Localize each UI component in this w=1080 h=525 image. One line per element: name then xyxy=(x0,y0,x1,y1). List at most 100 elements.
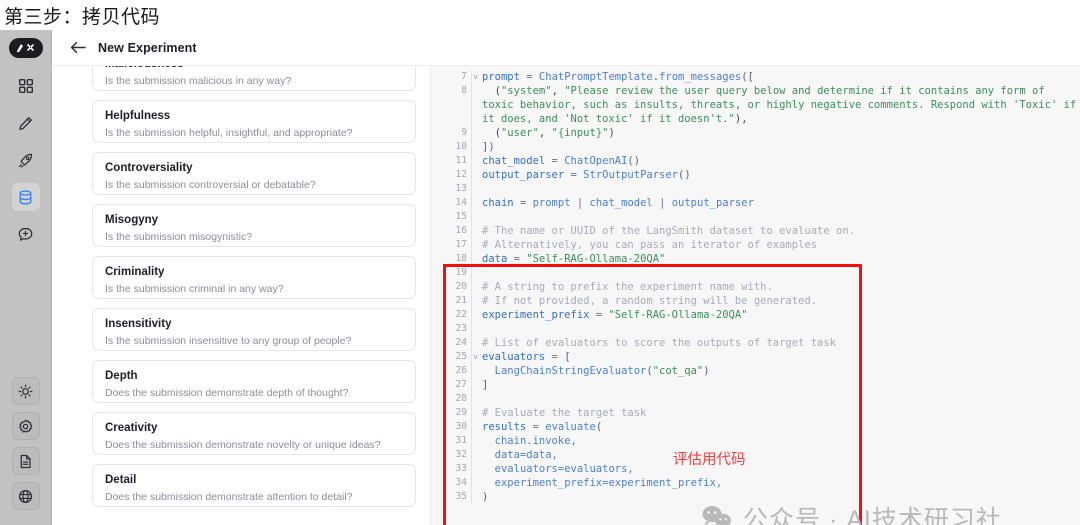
criterion-card[interactable]: Misogyny Is the submission misogynistic? xyxy=(92,204,416,247)
left-sidebar xyxy=(0,30,52,525)
code-line: 8 ("system", "Please review the user que… xyxy=(431,84,1080,126)
criterion-card[interactable]: Creativity Does the submission demonstrat… xyxy=(92,412,416,455)
code-text[interactable] xyxy=(471,322,1080,336)
line-number: 26 xyxy=(455,365,467,376)
line-number: 32 xyxy=(455,449,467,460)
code-token: ( xyxy=(595,421,603,433)
code-token: "system" xyxy=(500,85,552,97)
criteria-list-pane[interactable]: Maliciousness Is the submission malicious… xyxy=(52,66,430,525)
criterion-card[interactable]: Detail Does the submission demonstrate at… xyxy=(92,464,416,507)
sidebar-item-datasets[interactable] xyxy=(11,183,40,211)
code-text[interactable]: # Alternatively, you can pass an iterato… xyxy=(471,238,1080,252)
database-icon xyxy=(19,189,32,204)
line-number: 18 xyxy=(455,253,467,264)
code-line: 7 v prompt = ChatPromptTemplate.from_messa… xyxy=(431,70,1080,84)
line-number: 33 xyxy=(455,463,467,474)
code-token: ChatOpenAI xyxy=(564,155,628,167)
line-number: 23 xyxy=(455,323,467,334)
code-line: 30 results = evaluate( xyxy=(431,420,1080,434)
code-token: output_parser xyxy=(671,197,754,209)
code-text[interactable]: experiment_prefix=experiment_prefix, xyxy=(471,476,1080,490)
criterion-card[interactable]: Depth Does the submission demonstrate dep… xyxy=(92,360,416,403)
criterion-description: Is the submission insensitive to any gro… xyxy=(105,335,352,347)
criterion-title: Detail xyxy=(105,474,137,486)
code-text[interactable] xyxy=(471,392,1080,406)
code-text[interactable]: ) xyxy=(471,490,1080,504)
code-text[interactable]: chain = prompt | chat_model | output_par… xyxy=(471,196,1080,210)
line-number: 8 xyxy=(461,85,467,96)
code-token: # A string to prefix the experiment name… xyxy=(482,281,773,293)
code-text[interactable]: # Evaluate the target task xyxy=(471,406,1080,420)
code-text[interactable]: data = "Self-RAG-Ollama-20QA" xyxy=(471,252,1080,266)
code-token: "Self-RAG-Ollama-20QA" xyxy=(608,309,748,321)
criterion-description: Is the submission misogynistic? xyxy=(105,231,253,243)
code-text[interactable]: # List of evaluators to score the output… xyxy=(471,336,1080,350)
criterion-title: Criminality xyxy=(105,266,165,278)
line-number: 14 xyxy=(455,197,467,208)
code-token: prompt xyxy=(482,71,520,83)
arrow-left-icon xyxy=(70,41,86,54)
criterion-card[interactable]: Helpfulness Is the submission helpful, in… xyxy=(92,100,416,143)
code-text[interactable]: results = evaluate( xyxy=(471,420,1080,434)
criterion-card[interactable]: Criminality Is the submission criminal in… xyxy=(92,256,416,299)
line-number: 19 xyxy=(455,267,467,278)
code-token: ChatPromptTemplate xyxy=(538,71,653,83)
sidebar-item-settings[interactable] xyxy=(11,412,40,440)
code-text[interactable]: LangChainStringEvaluator("cot_qa") xyxy=(471,364,1080,378)
criterion-card[interactable]: Controversiality Is the submission contro… xyxy=(92,152,416,195)
code-text[interactable]: experiment_prefix = "Self-RAG-Ollama-20Q… xyxy=(471,308,1080,322)
back-button[interactable] xyxy=(70,41,86,54)
criterion-title: Insensitivity xyxy=(105,318,172,330)
chevron-down-icon[interactable]: v xyxy=(473,70,478,84)
code-text[interactable]: data=data, xyxy=(471,448,1080,462)
code-token: ] xyxy=(482,379,489,391)
code-token: chain xyxy=(482,197,514,209)
criterion-title: Creativity xyxy=(105,422,158,434)
code-text[interactable]: # If not provided, a random string will … xyxy=(471,294,1080,308)
code-text[interactable]: output_parser = StrOutputParser() xyxy=(471,168,1080,182)
code-line: 10]) xyxy=(431,140,1080,154)
chevron-down-icon[interactable]: v xyxy=(473,350,478,364)
code-line: 12 output_parser = StrOutputParser() xyxy=(431,168,1080,182)
sidebar-item-dashboard[interactable] xyxy=(12,72,40,100)
code-token: evaluate xyxy=(545,421,596,433)
code-line: 35) xyxy=(431,490,1080,504)
code-token: "cot_qa" xyxy=(652,365,704,377)
sidebar-item-language[interactable] xyxy=(11,482,40,510)
code-line: 16 # The name or UUID of the LangSmith da… xyxy=(431,224,1080,238)
code-text[interactable] xyxy=(471,210,1080,224)
code-token: StrOutputParser xyxy=(583,169,678,181)
code-text[interactable]: chat_model = ChatOpenAI() xyxy=(471,154,1080,168)
sidebar-item-prompts[interactable] xyxy=(12,109,40,137)
sidebar-item-deploy[interactable] xyxy=(12,146,40,174)
topbar: New Experiment xyxy=(52,30,1080,66)
pencil-icon xyxy=(19,116,32,130)
code-text[interactable]: ("user", "{input}") xyxy=(471,126,1080,140)
code-text[interactable]: ]) xyxy=(471,140,1080,154)
langsmith-logo[interactable] xyxy=(8,38,43,58)
line-number: 7v xyxy=(461,71,478,82)
code-text[interactable]: evaluators=evaluators, xyxy=(471,462,1080,476)
code-text[interactable]: # A string to prefix the experiment name… xyxy=(471,280,1080,294)
sidebar-item-theme[interactable] xyxy=(11,377,40,405)
sidebar-item-annotation[interactable] xyxy=(12,220,40,248)
code-text[interactable]: # The name or UUID of the LangSmith data… xyxy=(471,224,1080,238)
code-line: 19 xyxy=(431,266,1080,280)
criterion-card[interactable]: Maliciousness Is the submission malicious… xyxy=(92,66,416,91)
criterion-card[interactable]: Insensitivity Is the submission insensiti… xyxy=(92,308,416,351)
line-number: 35 xyxy=(455,491,467,502)
code-text[interactable]: ] xyxy=(471,378,1080,392)
code-text[interactable]: evaluators = [ xyxy=(471,350,1080,364)
code-text[interactable] xyxy=(471,266,1080,280)
code-text[interactable]: prompt = ChatPromptTemplate.from_message… xyxy=(471,70,1080,84)
code-token: # Alternatively, you can pass an iterato… xyxy=(482,239,818,251)
line-number: 28 xyxy=(455,393,467,404)
sidebar-item-docs[interactable] xyxy=(11,447,40,475)
code-editor-pane[interactable]: 7 v prompt = ChatPromptTemplate.from_messa… xyxy=(430,66,1080,525)
code-text[interactable]: chain.invoke, xyxy=(471,434,1080,448)
gear-icon xyxy=(19,419,33,433)
code-token: [ xyxy=(564,351,571,363)
code-token: ([ xyxy=(741,71,754,83)
code-text[interactable]: ("system", "Please review the user query… xyxy=(471,84,1080,126)
code-text[interactable] xyxy=(471,182,1080,196)
